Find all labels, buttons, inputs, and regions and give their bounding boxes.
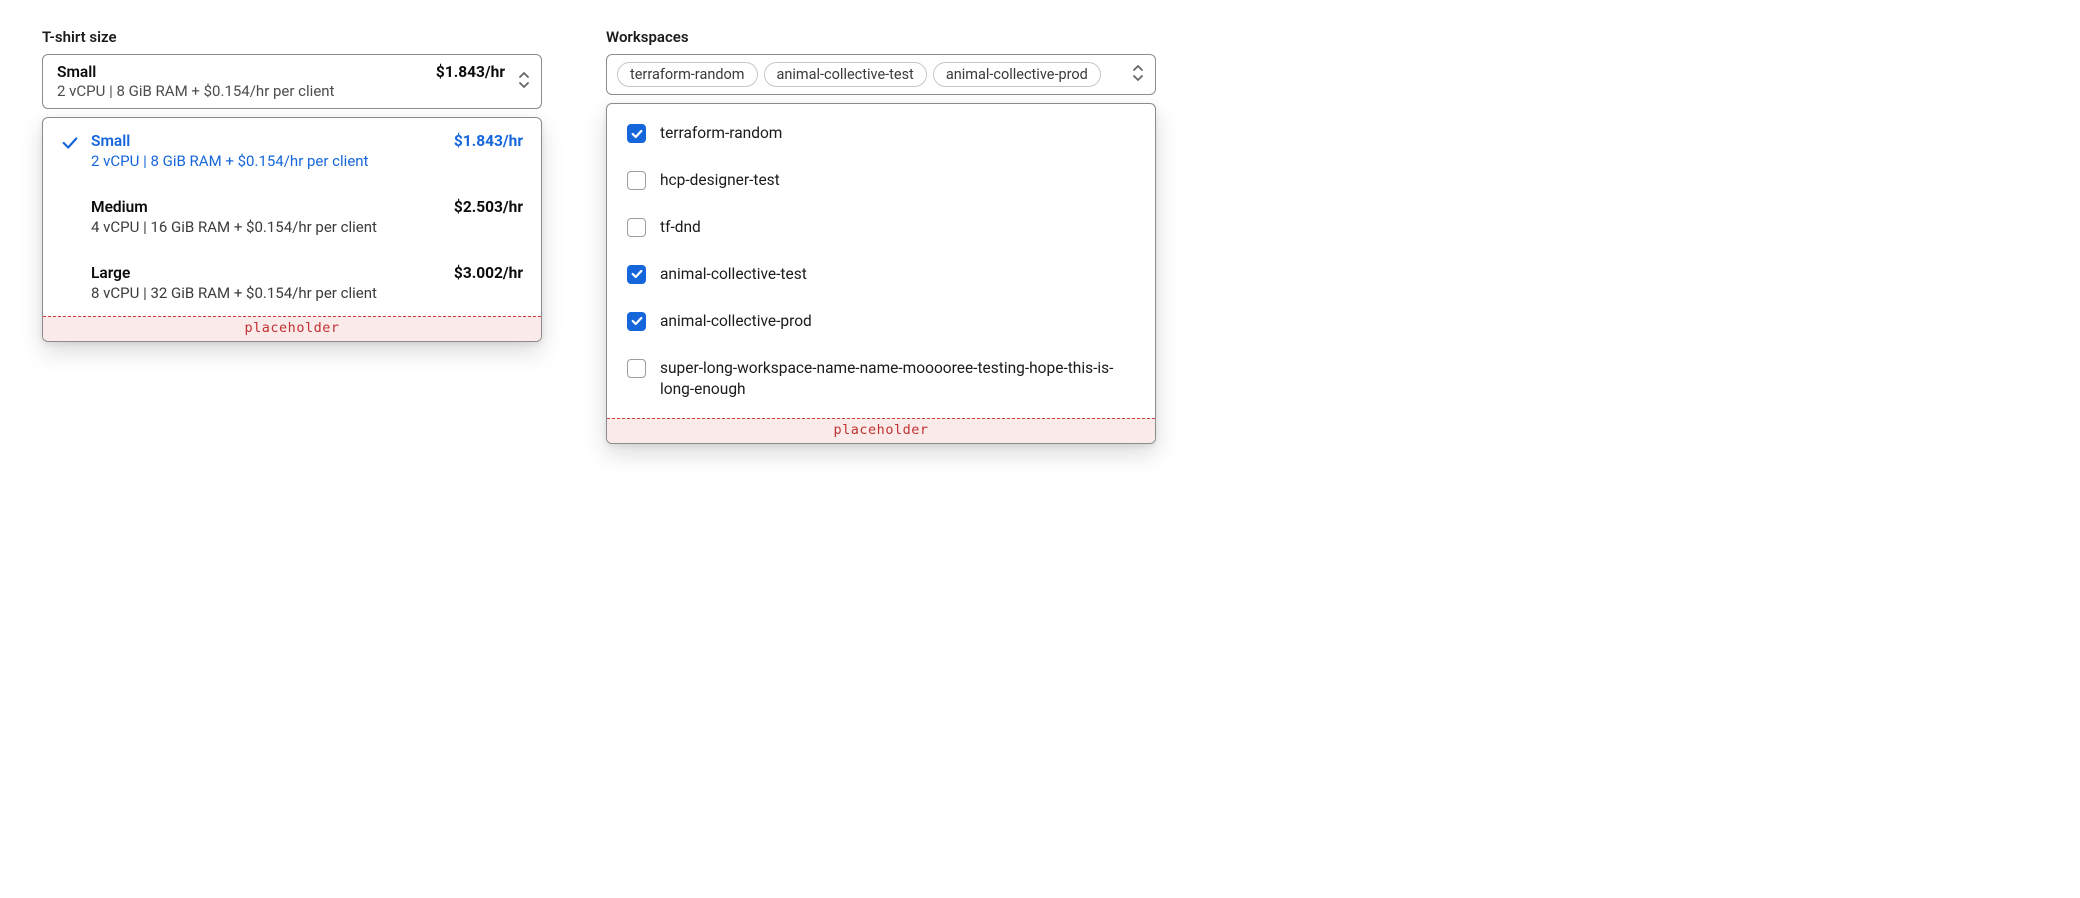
placeholder-strip: placeholder: [607, 418, 1155, 443]
workspaces-group: Workspaces terraform-random animal-colle…: [606, 28, 1156, 444]
workspace-option[interactable]: hcp-designer-test: [607, 157, 1155, 204]
workspace-option[interactable]: terraform-random: [607, 110, 1155, 157]
chevron-up-down-icon: [1131, 64, 1145, 86]
workspace-option-label: super-long-workspace-name-name-mooooree-…: [660, 358, 1135, 400]
chevron-up-down-icon: [517, 71, 531, 93]
size-selected-title: Small: [57, 63, 96, 81]
size-select-label: T-shirt size: [42, 28, 542, 46]
size-option-price: $3.002/hr: [454, 264, 523, 282]
workspace-option-label: animal-collective-prod: [660, 311, 812, 332]
workspace-option[interactable]: animal-collective-test: [607, 251, 1155, 298]
checkbox-icon: [627, 218, 646, 237]
selected-tag[interactable]: animal-collective-prod: [933, 62, 1101, 87]
size-option-large[interactable]: Large $3.002/hr 8 vCPU | 32 GiB RAM + $0…: [43, 250, 541, 316]
selected-tag[interactable]: animal-collective-test: [764, 62, 927, 87]
workspace-option-label: hcp-designer-test: [660, 170, 780, 191]
size-option-price: $2.503/hr: [454, 198, 523, 216]
size-select-dropdown: Small $1.843/hr 2 vCPU | 8 GiB RAM + $0.…: [42, 117, 542, 342]
workspace-option-label: animal-collective-test: [660, 264, 807, 285]
checkbox-icon: [627, 171, 646, 190]
workspace-option[interactable]: super-long-workspace-name-name-mooooree-…: [607, 345, 1155, 413]
size-selected-desc: 2 vCPU | 8 GiB RAM + $0.154/hr per clien…: [57, 82, 505, 100]
check-icon: [61, 137, 79, 156]
size-option-title: Small: [91, 132, 130, 150]
size-selected-price: $1.843/hr: [436, 63, 505, 81]
size-select-group: T-shirt size Small $1.843/hr 2 vCPU | 8 …: [42, 28, 542, 444]
workspaces-trigger[interactable]: terraform-random animal-collective-test …: [606, 54, 1156, 95]
checkbox-icon: [627, 265, 646, 284]
size-option-title: Medium: [91, 198, 148, 216]
checkbox-icon: [627, 124, 646, 143]
size-option-medium[interactable]: Medium $2.503/hr 4 vCPU | 16 GiB RAM + $…: [43, 184, 541, 250]
size-option-desc: 8 vCPU | 32 GiB RAM + $0.154/hr per clie…: [91, 284, 523, 302]
workspaces-label: Workspaces: [606, 28, 1156, 46]
workspace-option-label: terraform-random: [660, 123, 782, 144]
placeholder-strip: placeholder: [43, 316, 541, 341]
size-option-title: Large: [91, 264, 130, 282]
size-select-trigger[interactable]: Small $1.843/hr 2 vCPU | 8 GiB RAM + $0.…: [42, 54, 542, 109]
checkbox-icon: [627, 312, 646, 331]
workspace-option[interactable]: animal-collective-prod: [607, 298, 1155, 345]
workspaces-dropdown: terraform-random hcp-designer-test tf-dn…: [606, 103, 1156, 444]
workspace-option-label: tf-dnd: [660, 217, 701, 238]
size-option-small[interactable]: Small $1.843/hr 2 vCPU | 8 GiB RAM + $0.…: [43, 118, 541, 184]
size-option-desc: 2 vCPU | 8 GiB RAM + $0.154/hr per clien…: [91, 152, 523, 170]
selected-tag[interactable]: terraform-random: [617, 62, 758, 87]
checkbox-icon: [627, 359, 646, 378]
size-option-desc: 4 vCPU | 16 GiB RAM + $0.154/hr per clie…: [91, 218, 523, 236]
workspace-option[interactable]: tf-dnd: [607, 204, 1155, 251]
size-option-price: $1.843/hr: [454, 132, 523, 150]
